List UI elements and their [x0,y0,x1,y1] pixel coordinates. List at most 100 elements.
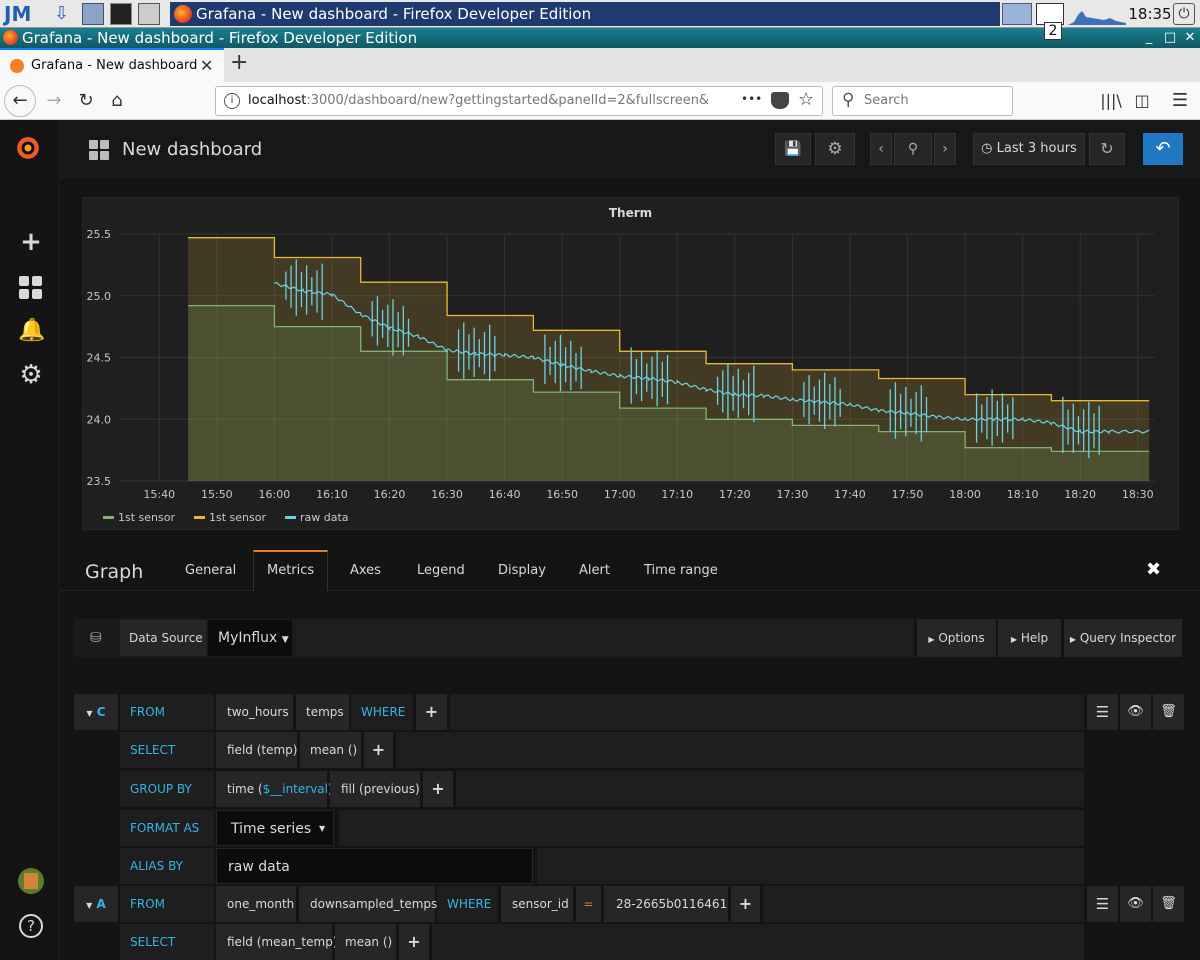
zoom-out-button[interactable]: ⚲ [894,133,932,165]
dashboard-title[interactable]: New dashboard [122,139,262,160]
search-bar[interactable]: ⚲ Search [832,86,1013,116]
files-icon[interactable] [138,3,160,25]
tab-general[interactable]: General [172,550,249,591]
power-icon[interactable]: ⏻ [1173,3,1195,25]
os-window-title: Grafana - New dashboard - Firefox Develo… [196,5,592,23]
caret-down-icon: ▼ [86,709,93,718]
browser-tab[interactable]: Grafana - New dashboard ✕ [0,48,224,82]
create-plus-icon[interactable]: + [18,229,44,255]
add-where-button-a[interactable]: + [731,886,760,922]
reload-icon[interactable]: ↻ [72,87,100,115]
workspace-pager[interactable] [1002,3,1032,25]
dashboards-icon[interactable] [18,275,44,301]
field-select[interactable]: field (temp) [216,732,297,768]
close-editor-icon[interactable]: ✖ [1146,559,1161,580]
retention-policy-select-a[interactable]: one_month [216,886,296,922]
query-c-menu-icon[interactable]: ☰ [1087,694,1118,730]
tab-time-range[interactable]: Time range [631,550,731,591]
aggregation-select-a[interactable]: mean () [335,924,396,960]
group-by-time-select[interactable]: time ($__interval) [216,771,333,807]
tag-value-select[interactable]: 28-2665b0116461 [604,886,728,922]
home-icon[interactable]: ⌂ [103,87,131,115]
user-avatar[interactable] [18,868,44,894]
alias-input[interactable]: raw data [216,848,533,884]
page-actions-icon[interactable]: ••• [741,92,762,106]
add-where-button[interactable]: + [416,694,447,730]
menu-icon[interactable]: ☰ [1166,87,1194,115]
help-button[interactable]: ▶ Help [998,619,1061,657]
x-tick-label: 18:00 [949,488,981,501]
tab-strip: Grafana - New dashboard ✕ + [0,48,1200,82]
select-row-filler [396,732,1084,768]
download-icon[interactable]: ⇩ [54,3,76,25]
url-text[interactable]: localhost:3000/dashboard/new?gettingstar… [248,93,708,108]
time-forward-button[interactable]: › [934,133,956,165]
dashboard-grid-icon[interactable] [89,140,109,160]
fill-select[interactable]: fill (previous) [330,771,420,807]
tab-close-icon[interactable]: ✕ [200,56,213,75]
tag-operator-select[interactable]: = [576,886,601,922]
retention-policy-select[interactable]: two_hours [216,694,293,730]
measurement-select[interactable]: temps [296,694,349,730]
query-inspector-button[interactable]: ▶ Query Inspector [1064,619,1182,657]
aggregation-select[interactable]: mean () [300,732,361,768]
navigation-toolbar: ← → ↻ ⌂ i localhost:3000/dashboard/new?g… [0,82,1200,120]
graph-chart[interactable]: 23.5 24.0 24.5 25.0 25.5 15:40 15:50 16:00 16:10… [83,198,1180,531]
measurement-select-a[interactable]: downsampled_temps [299,886,437,922]
query-a-delete-icon[interactable]: 🗑 [1153,886,1184,922]
query-c-toggle[interactable]: ▼ C [74,694,118,730]
add-select-button-a[interactable]: + [399,924,429,960]
format-select[interactable]: Time series ▼ [216,810,334,846]
grafana-logo-icon[interactable] [15,135,41,161]
os-active-window[interactable]: Grafana - New dashboard - Firefox Develo… [170,2,1000,26]
tab-legend[interactable]: Legend [404,550,478,591]
library-icon[interactable]: |||\ [1097,87,1125,115]
chart-title[interactable]: Therm [83,206,1178,220]
tag-key-select[interactable]: sensor_id [501,886,573,922]
add-group-by-button[interactable]: + [423,771,453,807]
sidebar-toggle-icon[interactable]: ◫ [1128,87,1156,115]
minimize-icon[interactable]: _ [1139,28,1159,48]
info-icon[interactable]: i [224,93,240,109]
tab-axes[interactable]: Axes [337,550,394,591]
datasource-select[interactable]: MyInflux ▼ [208,620,292,656]
field-select-a[interactable]: field (mean_temp) [216,924,338,960]
save-dashboard-button[interactable]: 💾 [775,133,811,165]
forward-icon[interactable]: → [40,87,68,115]
screenshot-icon[interactable] [82,3,104,25]
back-to-dashboard-button[interactable]: ↶ [1143,133,1183,165]
graph-panel[interactable]: 23.5 24.0 24.5 25.0 25.5 15:40 15:50 16:00 16:10… [82,197,1179,530]
new-tab-icon[interactable]: + [230,50,248,75]
bookmark-star-icon[interactable]: ☆ [798,89,814,110]
legend-label: 1st sensor [209,511,266,524]
firefox-window-title: Grafana - New dashboard - Firefox Develo… [22,29,418,47]
dashboard-settings-button[interactable]: ⚙ [815,133,855,165]
refresh-button[interactable]: ↻ [1089,133,1125,165]
alerting-bell-icon[interactable]: 🔔 [18,318,45,344]
tab-display[interactable]: Display [485,550,559,591]
url-bar[interactable]: i localhost:3000/dashboard/new?gettingst… [215,86,823,116]
add-select-button[interactable]: + [364,732,393,768]
maximize-icon[interactable]: □ [1160,28,1180,48]
query-a-toggle[interactable]: ▼ A [74,886,118,922]
query-a-menu-icon[interactable]: ☰ [1087,886,1118,922]
query-c-delete-icon[interactable]: 🗑 [1153,694,1184,730]
pocket-icon[interactable] [771,92,789,109]
terminal-icon[interactable] [110,3,132,25]
tab-metrics[interactable]: Metrics [253,550,329,591]
configuration-gear-icon[interactable]: ⚙ [18,362,44,388]
time-range-picker[interactable]: ◷ Last 3 hours [973,133,1085,165]
app-menu-icon[interactable]: JM [4,3,46,25]
panel-type-title: Graph [85,561,144,583]
time-back-button[interactable]: ‹ [870,133,892,165]
back-icon[interactable]: ← [4,85,36,117]
query-c-visibility-icon[interactable]: 👁 [1120,694,1151,730]
help-icon[interactable]: ? [19,914,43,938]
x-tick-label: 16:20 [374,488,406,501]
options-button[interactable]: ▶ Options [917,619,996,657]
query-a-visibility-icon[interactable]: 👁 [1120,886,1151,922]
where-label: WHERE [351,694,413,730]
close-window-icon[interactable]: ✕ [1180,28,1200,48]
legend-label: raw data [300,511,349,524]
tab-alert[interactable]: Alert [566,550,623,591]
